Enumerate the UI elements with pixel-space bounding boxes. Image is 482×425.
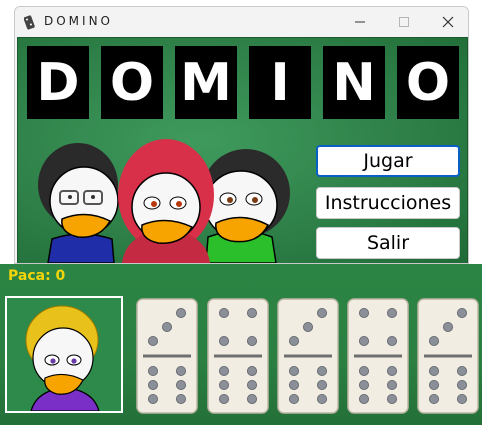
domino-pip [358, 366, 369, 377]
instructions-button[interactable]: Instrucciones [316, 187, 460, 219]
minimize-button[interactable] [338, 7, 382, 37]
domino-tile[interactable] [347, 298, 409, 414]
banner-letter: M [175, 46, 237, 119]
domino-pip [457, 394, 468, 405]
domino-pip [387, 307, 398, 318]
domino-pip [428, 366, 439, 377]
domino-pip [288, 336, 299, 347]
domino-pip [218, 336, 229, 347]
domino-pip [317, 394, 328, 405]
domino-pip [247, 336, 258, 347]
menu-background: D O M I N O Jugar Instrucciones Salir [17, 37, 468, 263]
domino-pip [457, 380, 468, 391]
close-button[interactable] [426, 7, 468, 37]
domino-pip [358, 336, 369, 347]
banner-letter: O [397, 46, 459, 119]
domino-pip [387, 336, 398, 347]
domino-pip [218, 366, 229, 377]
domino-pip [428, 394, 439, 405]
domino-pip [147, 366, 158, 377]
domino-pip [457, 307, 468, 318]
domino-pip [176, 380, 187, 391]
domino-pip [147, 380, 158, 391]
domino-pip [317, 307, 328, 318]
domino-pip [358, 380, 369, 391]
banner-letter: I [249, 46, 311, 119]
ducks-illustration [38, 139, 290, 263]
domino-pip [442, 321, 453, 332]
domino-pip [147, 394, 158, 405]
domino-pip [247, 380, 258, 391]
domino-tile[interactable] [136, 298, 198, 414]
game-window: DOMINO D O M I N O Jugar Instrucciones S… [14, 6, 469, 264]
duck-character [118, 139, 214, 263]
domino-pip [288, 380, 299, 391]
close-icon [442, 16, 454, 28]
domino-pip [358, 394, 369, 405]
domino-pip [176, 366, 187, 377]
domino-pip [387, 394, 398, 405]
exit-button[interactable]: Salir [316, 227, 460, 259]
title-bar[interactable]: DOMINO [15, 7, 468, 37]
domino-pip [218, 394, 229, 405]
domino-pip [218, 380, 229, 391]
domino-tile[interactable] [277, 298, 339, 414]
domino-pip [428, 336, 439, 347]
domino-pip [288, 366, 299, 377]
game-board: Paca: 0 [0, 264, 482, 425]
domino-pip [288, 394, 299, 405]
domino-pip [247, 307, 258, 318]
domino-pip [302, 321, 313, 332]
domino-pip [176, 307, 187, 318]
maximize-button[interactable] [382, 7, 426, 37]
domino-pip [218, 307, 229, 318]
player-portrait [5, 296, 123, 413]
play-button[interactable]: Jugar [316, 145, 460, 177]
domino-pip [317, 380, 328, 391]
banner-letter: O [101, 46, 163, 119]
duck-character [38, 143, 119, 263]
domino-tile[interactable] [417, 298, 479, 414]
domino-pip [358, 307, 369, 318]
paca-counter: Paca: 0 [8, 268, 66, 284]
domino-pip [428, 380, 439, 391]
window-title: DOMINO [44, 14, 113, 28]
domino-app-icon [24, 15, 35, 30]
banner-letter: D [27, 46, 89, 119]
banner-letter: N [323, 46, 385, 119]
domino-pip [247, 394, 258, 405]
domino-pip [387, 366, 398, 377]
domino-pip [457, 366, 468, 377]
domino-pip [387, 380, 398, 391]
domino-tile[interactable] [207, 298, 269, 414]
minimize-icon [355, 21, 365, 23]
domino-pip [247, 366, 258, 377]
duck-character [202, 149, 290, 263]
domino-pip [176, 394, 187, 405]
domino-pip [317, 366, 328, 377]
domino-pip [147, 336, 158, 347]
domino-pip [161, 321, 172, 332]
duck-avatar [25, 305, 100, 411]
maximize-icon [399, 17, 409, 27]
